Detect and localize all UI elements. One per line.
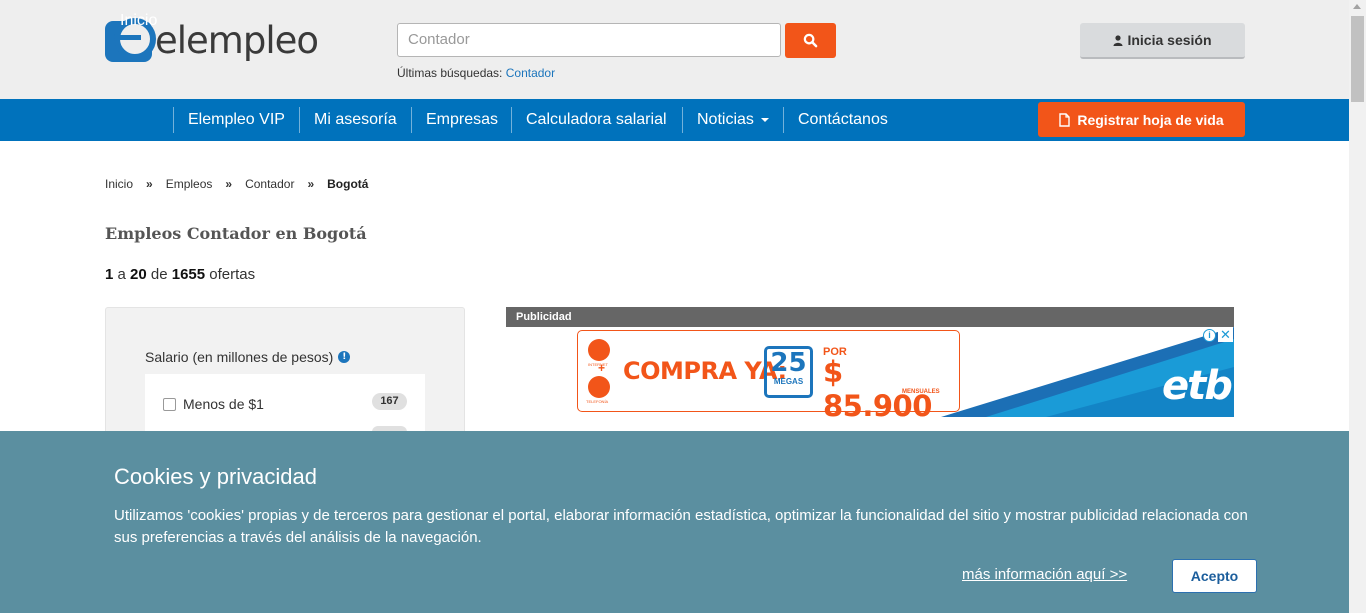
nav-item-calculadora-salarial[interactable]: Calculadora salarial [526,99,667,141]
salary-filter-title: Salario (en millones de pesos) ! [145,349,351,365]
login-button[interactable]: Inicia sesión [1080,23,1245,59]
ad-mensuales: MENSUALES [902,389,940,395]
nav-item-empresas[interactable]: Empresas [426,99,498,141]
breadcrumb-separator: » [225,177,233,191]
salary-option-label: Menos de $1 [183,396,264,412]
ad-megas-number: 25 [770,348,807,378]
register-cv-button[interactable]: Registrar hoja de vida [1038,102,1245,137]
breadcrumb-bogota: Bogotá [327,177,369,191]
scroll-up-arrow-icon[interactable] [1353,4,1361,9]
nav-divider [173,107,174,133]
cookie-more-info-link[interactable]: más información aquí >> [962,566,1127,583]
ad-offer-box: INTERNET + TELEFONÍA COMPRA YA: 25 MEGAS… [577,330,960,417]
ad-price: $ 85.900 [823,355,932,417]
ad-choices-icon[interactable]: i [1203,329,1216,342]
salary-filter-label: Salario (en millones de pesos) [145,349,334,365]
nav-item-contactanos[interactable]: Contáctanos [798,99,888,141]
ad-megas-badge: 25 MEGAS [764,346,813,398]
salary-option[interactable]: Menos de $1 [163,396,264,412]
document-icon [1059,112,1071,127]
nav-item-noticias-label: Noticias [697,111,754,128]
cookie-title: Cookies y privacidad [114,464,317,489]
breadcrumb-contador[interactable]: Contador [245,177,294,191]
nav-item-inicio[interactable]: Inicio [120,0,157,42]
info-icon[interactable]: ! [338,351,351,363]
nav-divider [299,107,300,133]
salary-option-checkbox[interactable] [163,397,176,411]
breadcrumb-empleos[interactable]: Empleos [166,177,213,191]
nav-item-elempleo-vip[interactable]: Elempleo VIP [188,99,285,141]
results-count: 1 a 20 de 1655 ofertas [105,266,255,283]
register-cv-label: Registrar hoja de vida [1077,111,1224,128]
ad-banner[interactable]: INTERNET + TELEFONÍA COMPRA YA: 25 MEGAS… [506,327,1234,417]
login-button-label: Inicia sesión [1127,32,1212,48]
results-de: de [150,266,168,283]
breadcrumb-separator: » [307,177,315,191]
nav-divider [411,107,412,133]
scrollbar-thumb[interactable] [1351,16,1364,102]
breadcrumb: Inicio » Empleos » Contador » Bogotá [105,177,368,191]
results-to: 20 [130,266,147,283]
ad-megas-text: MEGAS [773,377,804,386]
user-icon [1113,34,1123,46]
cookie-accept-button[interactable]: Acepto [1172,559,1257,593]
phone-icon [588,376,610,398]
results-suffix: ofertas [209,266,256,283]
etb-logo: etb [1162,363,1233,409]
internet-icon [588,339,610,361]
ad-telefonia-label: TELEFONÍA [586,399,609,404]
breadcrumb-separator: » [146,177,153,191]
recent-search-link[interactable]: Contador [506,66,555,80]
ad-headline: COMPRA YA: [623,357,787,385]
ad-close-icon[interactable]: ✕ [1218,327,1233,342]
search-input[interactable]: Contador [397,23,781,57]
nav-divider [511,107,512,133]
salary-option-count: 167 [372,393,407,410]
search-icon [803,33,818,48]
nav-divider [783,107,784,133]
results-a: a [117,266,126,283]
recent-searches-label: Últimas búsquedas: [397,66,503,80]
nav-item-noticias[interactable]: Noticias [697,99,770,141]
nav-divider [682,107,683,133]
caret-down-icon [761,117,770,122]
results-total: 1655 [171,266,206,283]
nav-item-mi-asesoria[interactable]: Mi asesoría [314,99,397,141]
search-button[interactable] [785,23,836,58]
ad-label: Publicidad [506,307,1234,327]
recent-searches: Últimas búsquedas: Contador [397,66,555,80]
cookie-text: Utilizamos 'cookies' propias y de tercer… [114,507,1248,546]
plus-icon: + [598,361,606,375]
results-from: 1 [105,266,114,283]
breadcrumb-inicio[interactable]: Inicio [105,177,133,191]
page-title: Empleos Contador en Bogotá [105,224,367,243]
logo-text: elempleo [155,19,319,62]
